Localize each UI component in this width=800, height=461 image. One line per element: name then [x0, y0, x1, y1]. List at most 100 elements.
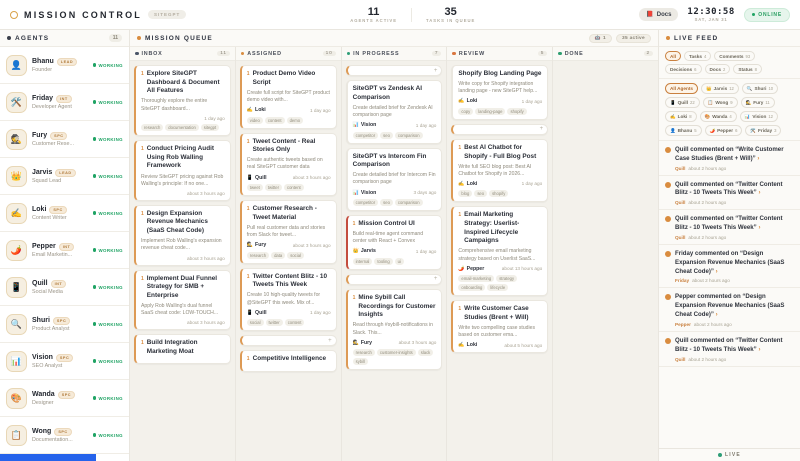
task-card[interactable]: 1 Design Expansion Revenue Mechanics (Sa…	[134, 205, 231, 266]
agent-row[interactable]: 🔍 Shuri SPC Product Analyst WORKING	[0, 306, 129, 343]
card-assignee: ✍️ Loki	[458, 181, 477, 187]
collapsed-card[interactable]: +	[346, 65, 443, 76]
task-card[interactable]: 1 Competitive Intelligence	[240, 350, 337, 372]
filter-chip[interactable]: 🌶️ Pepper 6	[705, 125, 743, 136]
task-card[interactable]: SiteGPT vs Zendesk AI Comparison Create …	[346, 80, 443, 144]
filter-chip[interactable]: 🔍 Shuri 10	[742, 83, 778, 94]
feed-time: about 2 hours ago	[688, 357, 726, 362]
agent-name: Pepper	[32, 243, 56, 250]
feed-item[interactable]: Quill commented on “Twitter Content Blit…	[659, 210, 800, 245]
agents-panel-header: AGENTS 11	[0, 30, 129, 47]
task-card[interactable]: 1 Implement Dual Funnel Strategy for SMB…	[134, 270, 231, 331]
card-tag: sybill	[353, 358, 368, 365]
column-body: 1 Product Demo Video Script Create full …	[236, 61, 341, 461]
filter-chip[interactable]: 🛠️ Friday 3	[745, 125, 781, 136]
agent-role: Customer Rese...	[32, 141, 74, 147]
agent-row[interactable]: 📱 Quill INT Social Media WORKING	[0, 269, 129, 306]
docs-button[interactable]: 📕 Docs	[639, 8, 678, 21]
feed-item[interactable]: Friday commented on “Design Expansion Re…	[659, 245, 800, 288]
agents-busy-badge: 🤖 1	[589, 34, 612, 43]
expand-icon[interactable]: +	[434, 276, 438, 282]
feed-agent-name: Quill	[675, 200, 685, 205]
column-header: INBOX 11	[130, 47, 235, 61]
agent-role: Social Media	[32, 289, 66, 295]
task-card[interactable]: 1 Write Customer Case Studies (Brent + W…	[451, 300, 548, 353]
card-meta: 🌶️ Pepper about 13 hours ago	[458, 266, 542, 272]
expand-icon[interactable]: +	[328, 338, 332, 344]
agent-avatar: ✍️	[6, 203, 27, 224]
task-card[interactable]: 1 Mine Sybill Call Recordings for Custom…	[346, 289, 443, 370]
filter-chip[interactable]: ✍️ Loki 8	[665, 111, 697, 122]
task-card[interactable]: Shopify Blog Landing Page Write copy for…	[451, 65, 548, 120]
filter-chip[interactable]: 👤 Bhanu 5	[665, 125, 702, 136]
card-tag: copy	[458, 108, 473, 115]
filter-chip[interactable]: Decisions 6	[665, 64, 702, 74]
card-tags: researchdatasocial	[247, 252, 331, 259]
agent-row[interactable]: 🎨 Wanda SPC Designer WORKING	[0, 380, 129, 417]
collapsed-card[interactable]: +	[240, 335, 337, 346]
feed-item[interactable]: Quill commented on “Write Customer Case …	[659, 141, 800, 176]
filter-chip[interactable]: 📱 Quill 22	[665, 97, 700, 108]
task-card[interactable]: 1 Conduct Pricing Audit Using Rob Wallin…	[134, 140, 231, 201]
agent-row[interactable]: 📊 Vision SPC SEO Analyst WORKING	[0, 343, 129, 380]
task-card[interactable]: 1 Tweet Content - Real Stories Only Crea…	[240, 133, 337, 197]
agent-row[interactable]: 🛠️ Friday INT Developer Agent WORKING	[0, 84, 129, 121]
agent-row[interactable]: 👤 Bhanu LEAD Founder WORKING	[0, 47, 129, 84]
card-time: 1 day ago	[310, 108, 331, 113]
feed-text: Quill commented on “Twitter Content Blit…	[675, 337, 794, 355]
agent-row[interactable]: 👑 Jarvis LEAD Squad Lead WORKING	[0, 158, 129, 195]
feed-avatar-dot	[665, 216, 671, 222]
chip-icon: 👑	[706, 86, 712, 92]
agent-status-label: WORKING	[98, 100, 123, 105]
agent-row[interactable]: 🌶️ Pepper INT Email Marketin... WORKING	[0, 232, 129, 269]
card-head: 1 Mine Sybill Call Recordings for Custom…	[353, 294, 437, 320]
feed-item[interactable]: Quill commented on “Twitter Content Blit…	[659, 332, 800, 367]
filter-chip[interactable]: Comments 93	[714, 51, 755, 61]
card-tag: customer-insights	[377, 349, 416, 356]
task-card[interactable]: 1 Explore SiteGPT Dashboard & Document A…	[134, 65, 231, 136]
column-header: IN PROGRESS 7	[342, 47, 447, 61]
task-card[interactable]: 1 Twitter Content Blitz - 10 Tweets This…	[240, 268, 337, 332]
task-card[interactable]: 1 Email Marketing Strategy: Userlist-Ins…	[451, 206, 548, 296]
filter-chip[interactable]: Tasks 4	[684, 51, 711, 61]
card-tag: tooling	[374, 258, 392, 265]
task-card[interactable]: 1 Customer Research - Tweet Material Pul…	[240, 200, 337, 264]
chip-label: Friday	[758, 128, 772, 133]
feed-body: Quill commented on “Twitter Content Blit…	[675, 337, 794, 362]
feed-item[interactable]: Pepper commented on “Design Expansion Re…	[659, 288, 800, 331]
filter-chip[interactable]: 📋 Wong 9	[703, 97, 738, 108]
filter-chip[interactable]: 🎨 Wanda 4	[700, 111, 737, 122]
chevron-right-icon: ›	[758, 346, 760, 353]
queue-column: ASSIGNED 10 1 Product Demo Video Script …	[236, 47, 342, 461]
expand-icon[interactable]: +	[540, 126, 544, 132]
feed-avatar-dot	[665, 182, 671, 188]
filter-chip[interactable]: Status 8	[733, 64, 762, 74]
expand-icon[interactable]: +	[434, 68, 438, 74]
card-head: 1 Mission Control UI	[353, 220, 437, 229]
chip-icon: ✍️	[670, 114, 676, 120]
task-card[interactable]: 1 Best AI Chatbot for Shopify - Full Blo…	[451, 139, 548, 203]
task-card[interactable]: 1 Product Demo Video Script Create full …	[240, 65, 337, 129]
horizontal-scrollbar-thumb[interactable]	[0, 454, 96, 461]
column-body: 1 Explore SiteGPT Dashboard & Document A…	[130, 61, 235, 461]
agent-row[interactable]: ✍️ Loki SPC Content Writer WORKING	[0, 195, 129, 232]
filter-chip[interactable]: 📊 Vision 12	[740, 111, 778, 122]
working-dot-icon	[93, 359, 97, 363]
filter-chip[interactable]: All	[665, 51, 681, 61]
task-card[interactable]: SiteGPT vs Intercom Fin Comparison Creat…	[346, 148, 443, 212]
collapsed-card[interactable]: +	[451, 124, 548, 135]
collapsed-card[interactable]: +	[346, 274, 443, 285]
filter-chip[interactable]: Docs 2	[705, 64, 731, 74]
filter-chip[interactable]: 👑 Jarvis 12	[701, 83, 739, 94]
task-card[interactable]: 1 Build Integration Marketing Moat	[134, 334, 231, 364]
filter-chip[interactable]: 🕵️ Fury 11	[741, 97, 775, 108]
card-head: 1 Customer Research - Tweet Material	[247, 205, 331, 222]
task-card[interactable]: 1 Mission Control UI Build real-time age…	[346, 215, 443, 270]
filter-chip[interactable]: All Agents	[665, 83, 698, 94]
agent-row[interactable]: 🕵️ Fury SPC Customer Rese... WORKING	[0, 121, 129, 158]
feed-agent-name: Quill	[675, 357, 685, 362]
header-stats: 11 AGENTS ACTIVE 35 TASKS IN QUEUE	[350, 6, 475, 23]
card-tags: videocontentdemo	[247, 117, 331, 124]
agent-row[interactable]: 📋 Wong SPC Documentation... WORKING	[0, 417, 129, 454]
feed-item[interactable]: Quill commented on “Twitter Content Blit…	[659, 176, 800, 211]
